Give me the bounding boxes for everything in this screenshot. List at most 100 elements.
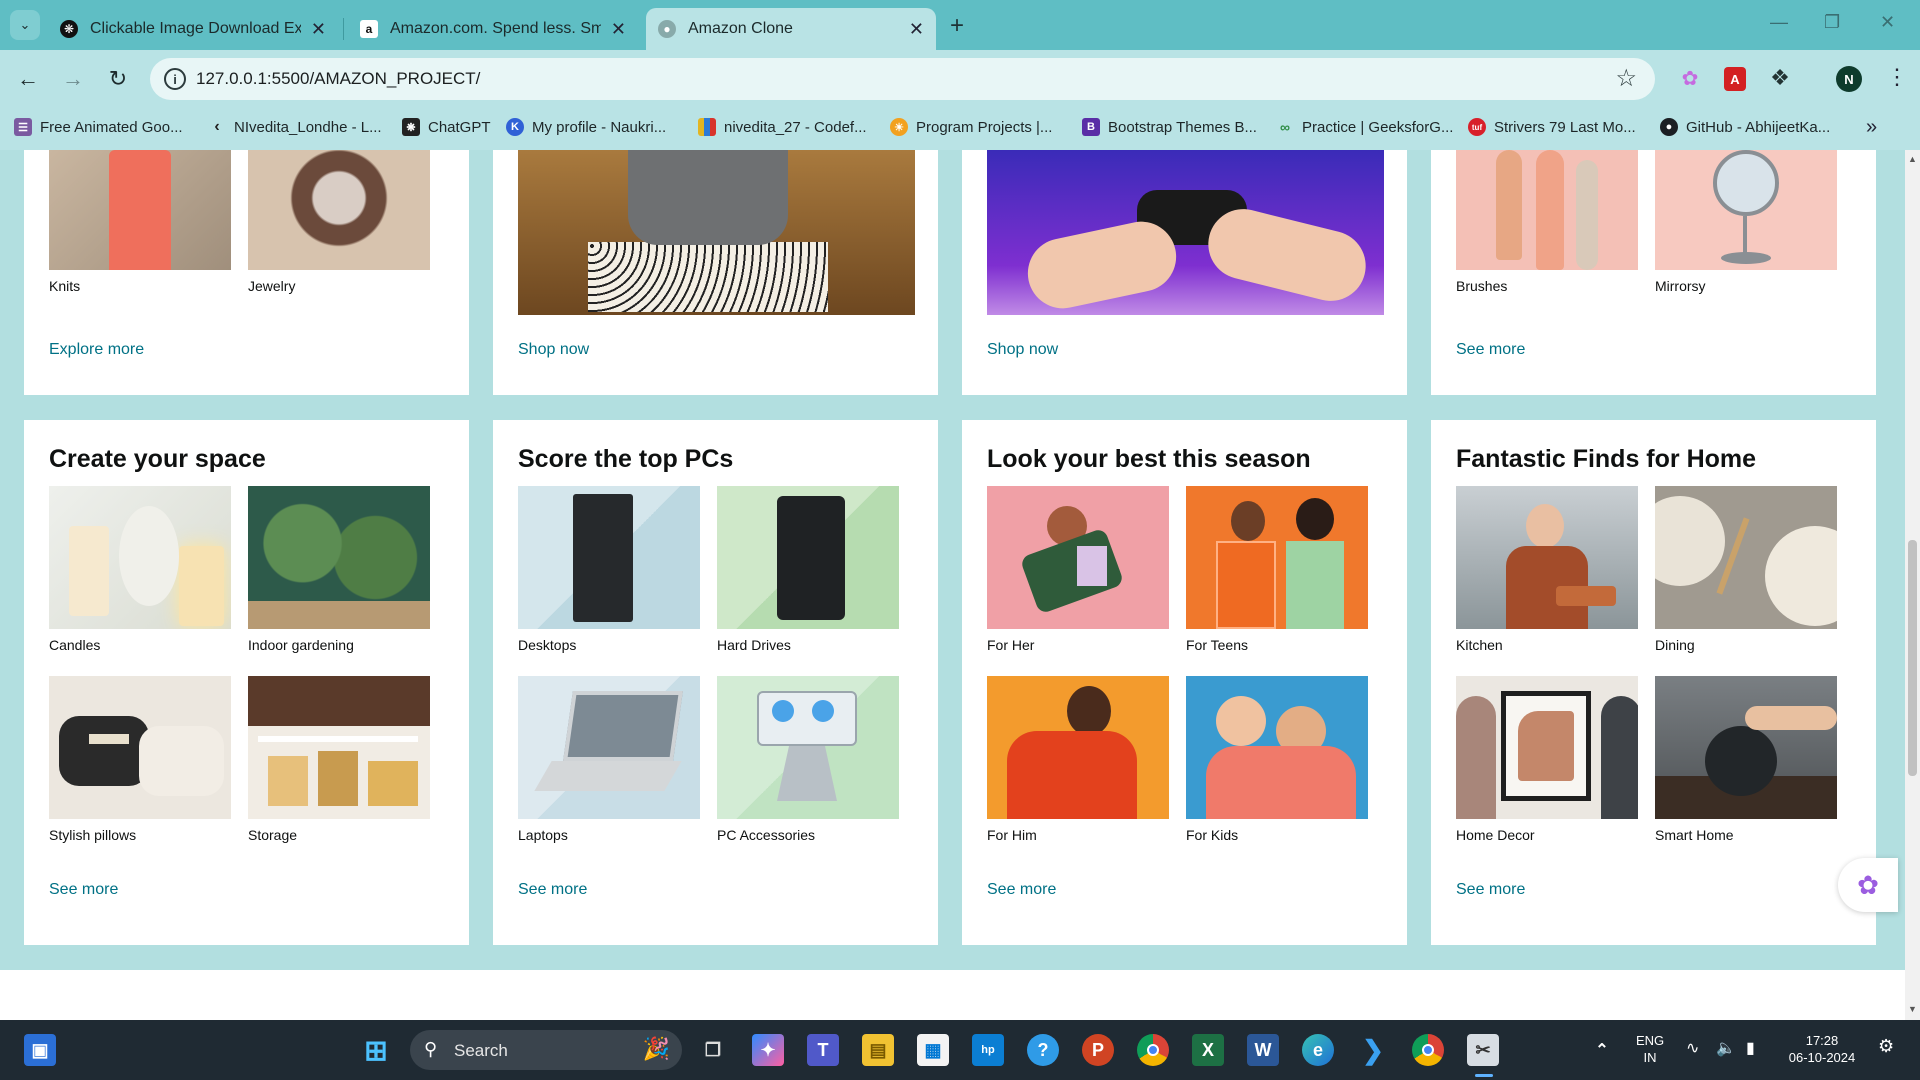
file-explorer-icon[interactable]: ▤ [862,1034,894,1066]
product-tile-storage[interactable]: Storage [248,676,430,843]
help-icon[interactable]: ? [1027,1034,1059,1066]
shop-now-link[interactable]: Shop now [987,341,1058,359]
extensions-puzzle-icon[interactable]: ❖ [1766,64,1794,92]
product-tile-for-teens[interactable]: For Teens [1186,486,1368,653]
tab-clickable-image[interactable]: ❋ Clickable Image Download Exa ✕ [48,8,338,50]
product-tile-laptops[interactable]: Laptops [518,676,700,843]
windows-start-icon[interactable]: ⊞ [360,1034,392,1066]
volume-icon[interactable]: 🔈 [1716,1040,1736,1057]
widgets-icon[interactable]: ▣ [24,1034,56,1066]
product-tile-smart-home[interactable]: Smart Home [1655,676,1837,843]
see-more-link[interactable]: See more [987,881,1056,899]
product-tile-indoor-gardening[interactable]: Indoor gardening [248,486,430,653]
microsoft-store-icon[interactable]: ▦ [917,1034,949,1066]
bookmark-item[interactable]: ❋ ChatGPT [402,118,491,136]
bookmark-item[interactable]: ☰ Free Animated Goo... [14,118,183,136]
see-more-link[interactable]: See more [49,881,118,899]
bookmark-item[interactable]: B Bootstrap Themes B... [1082,118,1257,136]
clock[interactable]: 17:28 06-10-2024 [1782,1032,1862,1066]
excel-icon[interactable]: X [1192,1034,1224,1066]
vscode-icon[interactable]: ❯ [1357,1034,1389,1066]
language-indicator[interactable]: ENG IN [1636,1032,1664,1066]
myhp-icon[interactable]: hp [972,1034,1004,1066]
layers-icon: ☰ [14,118,32,136]
forward-arrow-icon[interactable]: → [58,64,88,94]
close-tab-icon[interactable]: ✕ [611,19,626,40]
scroll-up-icon[interactable]: ▲ [1908,154,1917,164]
explore-more-link[interactable]: Explore more [49,341,144,359]
card-top-gaming: Shop now [962,150,1407,395]
edge-icon[interactable]: e [1302,1034,1334,1066]
product-tile-pc-accessories[interactable]: PC Accessories [717,676,899,843]
restore-icon[interactable]: ❐ [1824,12,1840,33]
powerpoint-icon[interactable]: P [1082,1034,1114,1066]
product-tile-brushes[interactable]: Brushes [1456,150,1638,294]
copilot-icon[interactable]: ✦ [752,1034,784,1066]
product-tile-hard-drives[interactable]: Hard Drives [717,486,899,653]
tab-amazon-clone[interactable]: ● Amazon Clone ✕ [646,8,936,50]
battery-icon[interactable]: ▮ [1746,1040,1755,1057]
product-tile-home-decor[interactable]: Home Decor [1456,676,1638,843]
teams-icon[interactable]: T [807,1034,839,1066]
minimize-icon[interactable]: — [1770,12,1788,33]
product-tile-stylish-pillows[interactable]: Stylish pillows [49,676,231,843]
ai-brain-extension-icon[interactable]: ✿ [1676,64,1704,92]
product-tile-desktops[interactable]: Desktops [518,486,700,653]
product-tile-kitchen[interactable]: Kitchen [1456,486,1638,653]
shop-now-link[interactable]: Shop now [518,341,589,359]
chrome-profile-icon[interactable] [1412,1034,1444,1066]
scroll-thumb[interactable] [1908,540,1917,776]
see-more-link[interactable]: See more [518,881,587,899]
wifi-icon[interactable]: ∿ [1686,1040,1699,1057]
tab-amazon[interactable]: a Amazon.com. Spend less. Smile ✕ [348,8,638,50]
address-bar[interactable]: i 127.0.0.1:5500/AMAZON_PROJECT/ ☆ [150,58,1655,100]
profile-avatar[interactable]: N [1836,66,1862,92]
menu-kebab-icon[interactable]: ⋮ [1886,64,1908,90]
site-info-icon[interactable]: i [164,68,186,90]
see-more-link[interactable]: See more [1456,341,1525,359]
back-arrow-icon[interactable]: ← [13,64,43,94]
bookmarks-overflow-icon[interactable]: » [1866,116,1877,139]
bookmark-star-icon[interactable]: ☆ [1615,64,1637,93]
url-text[interactable]: 127.0.0.1:5500/AMAZON_PROJECT/ [196,69,480,89]
taskbar-search[interactable]: ⚲ Search 🎉 [410,1030,682,1070]
show-hidden-icons-chevron-icon[interactable]: ⌃ [1586,1034,1618,1066]
notifications-bell-icon[interactable]: ⚙ [1878,1037,1894,1055]
close-window-icon[interactable]: ✕ [1880,12,1895,33]
product-tile-dining[interactable]: Dining [1655,486,1837,653]
product-tile-candles[interactable]: Candles [49,486,231,653]
bookmark-item[interactable]: ∞ Practice | GeeksforG... [1276,118,1453,136]
tab-search-chevron-icon[interactable]: ⌄ [10,10,40,40]
snipping-tool-icon[interactable]: ✂ [1467,1034,1499,1066]
reload-icon[interactable]: ↻ [103,64,133,94]
product-tile-for-her[interactable]: For Her [987,486,1169,653]
product-tile-knits[interactable]: Knits [49,150,231,294]
pdf-extension-icon[interactable]: A [1724,67,1746,91]
page-scrollbar[interactable]: ▲ ▼ [1905,150,1920,1020]
new-tab-plus-icon[interactable]: + [950,12,964,40]
bookmark-item[interactable]: K My profile - Naukri... [506,118,666,136]
bookmark-item[interactable]: ‹ NIvedita_Londhe - L... [208,118,381,136]
close-tab-icon[interactable]: ✕ [909,19,924,40]
scroll-down-icon[interactable]: ▼ [1908,1004,1917,1014]
ai-assistant-brain-icon[interactable]: ✿ [1838,858,1898,912]
card-top-beauty: Brushes Mirrorsy See more [1431,150,1876,395]
pillows-image [49,676,231,819]
storage-image [248,676,430,819]
chrome-icon[interactable] [1137,1034,1169,1066]
word-icon[interactable]: W [1247,1034,1279,1066]
close-tab-icon[interactable]: ✕ [311,19,326,40]
bookmark-item[interactable]: nivedita_27 - Codef... [698,118,867,136]
candles-image [49,486,231,629]
product-tile-mirrorsy[interactable]: Mirrorsy [1655,150,1837,294]
tile-label: Laptops [518,827,568,843]
product-tile-jewelry[interactable]: Jewelry [248,150,430,294]
task-view-icon[interactable]: ❐ [697,1034,729,1066]
see-more-link[interactable]: See more [1456,881,1525,899]
product-tile-for-him[interactable]: For Him [987,676,1169,843]
bookmark-item[interactable]: ● GitHub - AbhijeetKa... [1660,118,1830,136]
tile-label: For Teens [1186,637,1248,653]
product-tile-for-kids[interactable]: For Kids [1186,676,1368,843]
bookmark-item[interactable]: ☀ Program Projects |... [890,118,1052,136]
bookmark-item[interactable]: tuf Strivers 79 Last Mo... [1468,118,1636,136]
